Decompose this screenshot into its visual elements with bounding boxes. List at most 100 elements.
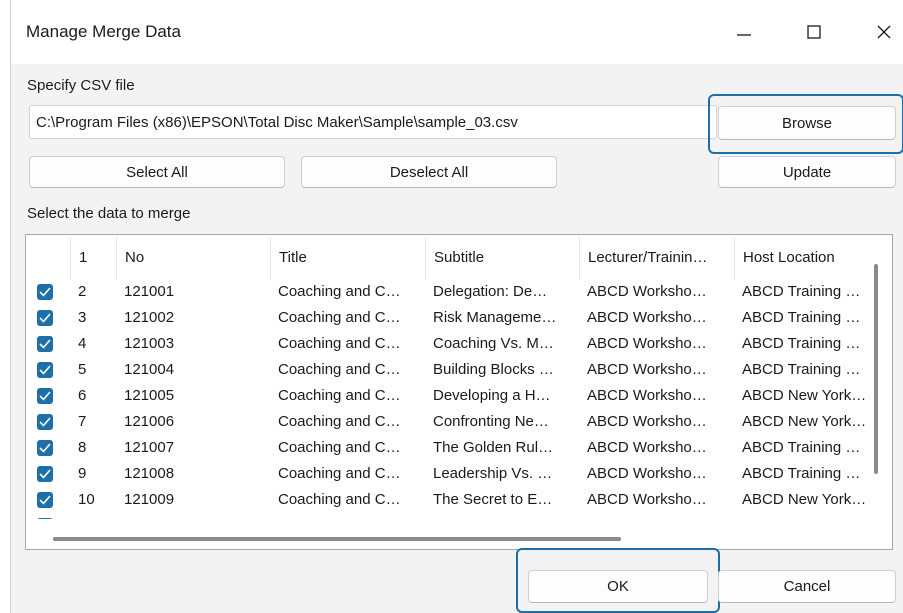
cancel-button[interactable]: Cancel [718,570,896,603]
table-cell: 121003 [124,335,175,352]
browse-button[interactable]: Browse [718,106,896,140]
table-cell: Coaching and C… [278,491,401,508]
row-checkbox[interactable] [37,362,53,378]
table-cell: 121010 [116,514,270,519]
maximize-icon [807,25,821,39]
csv-path-value: C:\Program Files (x86)\EPSON\Total Disc … [36,114,518,131]
table-cell: ABCD Worksho… [587,309,707,326]
checkmark-icon [39,417,51,427]
table-cell: 121006 [124,413,175,430]
table-cell: ABCD Worksho… [587,387,707,404]
row-checkbox[interactable] [37,466,53,482]
table-cell: ABCD New York… [734,514,876,519]
table-cell: Risk Manageme… [433,309,557,326]
table-cell: 121001 [124,283,175,300]
column-header[interactable]: Lecturer/Trainin… [579,237,734,279]
table-cell: Coaching and C… [278,387,401,404]
table-cell: Confronting Ne… [433,413,549,430]
table-cell: 3 [78,309,87,326]
checkmark-icon [39,365,51,375]
table-cell: ABCD Worksho… [587,491,707,508]
table-cell: ABCD Training … [742,335,861,352]
column-header[interactable]: 1 [70,237,116,279]
table-cell: Coaching and C… [278,465,401,482]
table-row[interactable]: 3 121002 Coaching and C… Risk Manageme… ABCD… [28,306,876,330]
merge-data-table[interactable]: 1 No Title Subtitle Lecturer/Trainin… Host Lo… [25,234,893,550]
row-checkbox[interactable] [37,518,53,519]
table-cell: ABCD Worksho… [579,514,734,519]
table-cell: 7 [78,413,87,430]
csv-path-field[interactable]: C:\Program Files (x86)\EPSON\Total Disc … [29,105,717,139]
minimize-button[interactable] [719,12,769,52]
table-cell: ABCD New York… [742,491,867,508]
table-cell: ABCD Worksho… [587,439,707,456]
window-title: Manage Merge Data [26,22,181,41]
ok-button[interactable]: OK [528,570,708,603]
table-cell: ABCD Training … [742,361,861,378]
row-checkbox[interactable] [37,336,53,352]
table-cell: ABCD Worksho… [587,283,707,300]
manage-merge-data-dialog: Manage Merge Data Specify CSV file C:\Pr… [10,0,903,613]
column-header[interactable]: Host Location [734,237,876,279]
update-button[interactable]: Update [718,156,896,188]
table-cell: The Secret to E… [433,491,553,508]
column-header[interactable]: Subtitle [425,237,579,279]
table-header: 1 No Title Subtitle Lecturer/Trainin… Host Lo… [28,237,876,279]
checkmark-icon [39,443,51,453]
table-row[interactable]: 11121010Coaching and C…Time Manageme…ABC… [28,514,876,519]
table-cell: ABCD Training … [742,309,861,326]
row-checkbox[interactable] [37,492,53,508]
table-row[interactable]: 6 121005 Coaching and C… Developing a H… ABC… [28,384,876,408]
column-header[interactable]: Title [270,237,425,279]
table-cell: Developing a H… [433,387,551,404]
table-cell: The Golden Rul… [433,439,554,456]
deselect-all-button[interactable]: Deselect All [301,156,557,188]
table-cell: 121002 [124,309,175,326]
table-row[interactable]: 10 121009 Coaching and C… The Secret to E… A… [28,488,876,512]
table-cell: Time Manageme… [425,514,579,519]
table-cell: ABCD Worksho… [587,335,707,352]
table-row[interactable]: 7 121006 Coaching and C… Confronting Ne… ABC… [28,410,876,434]
table-cell: ABCD Training … [742,283,861,300]
table-cell: Coaching Vs. M… [433,335,554,352]
checkmark-icon [39,469,51,479]
maximize-button[interactable] [789,12,839,52]
table-row[interactable]: 4 121003 Coaching and C… Coaching Vs. M… ABC… [28,332,876,356]
table-row[interactable]: 2 121001 Coaching and C… Delegation: De… ABC… [28,280,876,304]
table-cell: 121005 [124,387,175,404]
table-cell: Coaching and C… [278,309,401,326]
checkmark-icon [39,339,51,349]
csv-file-label: Specify CSV file [27,77,135,94]
table-cell: Leadership Vs. … [433,465,553,482]
table-cell: ABCD Training … [742,465,861,482]
table-cell: 121007 [124,439,175,456]
table-cell: Coaching and C… [278,283,401,300]
table-row[interactable]: 9 121008 Coaching and C… Leadership Vs. … AB… [28,462,876,486]
checkmark-icon [39,287,51,297]
table-cell: 10 [78,491,95,508]
table-cell: Coaching and C… [278,361,401,378]
horizontal-scrollbar[interactable] [53,537,621,541]
close-button[interactable] [859,12,903,52]
row-checkbox[interactable] [37,388,53,404]
table-cell: 5 [78,361,87,378]
checkmark-icon [39,495,51,505]
table-cell: ABCD Worksho… [587,361,707,378]
table-row[interactable]: 8 121007 Coaching and C… The Golden Rul… ABC… [28,436,876,460]
table-row[interactable]: 5 121004 Coaching and C… Building Blocks … A… [28,358,876,382]
table-cell: 4 [78,335,87,352]
select-all-button[interactable]: Select All [29,156,285,188]
table-cell: Coaching and C… [278,335,401,352]
row-checkbox[interactable] [37,284,53,300]
vertical-scrollbar[interactable] [874,264,878,474]
checkmark-icon [39,391,51,401]
column-header[interactable]: No [116,237,270,279]
row-checkbox[interactable] [37,440,53,456]
table-cell: Coaching and C… [278,413,401,430]
checkmark-icon [39,313,51,323]
table-cell: 9 [78,465,87,482]
table-cell: 2 [78,283,87,300]
row-checkbox[interactable] [37,310,53,326]
row-checkbox[interactable] [37,414,53,430]
merge-data-label: Select the data to merge [27,205,191,222]
